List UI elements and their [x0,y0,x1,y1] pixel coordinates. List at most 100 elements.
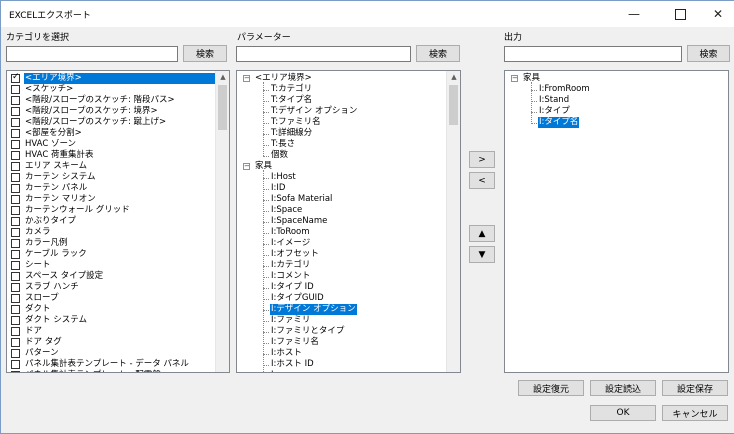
collapse-icon[interactable]: − [243,75,250,82]
tree-parameter-item[interactable]: I:ID [270,183,286,194]
category-item-label[interactable]: HVAC ゾーン [24,139,77,150]
category-checkbox[interactable] [11,338,20,347]
tree-parameter-item[interactable]: I:タイプGUID [270,293,325,304]
category-checkbox[interactable] [11,272,20,281]
category-checkbox[interactable] [11,118,20,127]
cancel-button[interactable]: キャンセル [662,405,728,421]
category-checkbox[interactable] [11,107,20,116]
category-item-label[interactable]: パネル集計表テンプレート - データ パネル [24,359,190,370]
minimize-icon[interactable]: — [614,1,654,27]
tree-parameter-item[interactable]: 個数 [270,150,289,161]
output-parameter-item[interactable]: I:タイプ名 [538,117,580,128]
collapse-icon[interactable]: − [243,163,250,170]
collapse-icon[interactable]: − [511,75,518,82]
category-item-label[interactable]: パターン [24,348,60,359]
tree-parameter-item[interactable]: I:ファミリ [270,315,311,326]
output-parameter-item[interactable]: I:Stand [538,95,570,106]
tree-parameter-item[interactable]: I:タイプ ID [270,282,315,293]
category-checkbox[interactable] [11,129,20,138]
category-checkbox[interactable] [11,239,20,248]
remove-button[interactable]: < [469,172,495,189]
scroll-up-icon[interactable]: ▲ [449,72,459,82]
category-checkbox[interactable] [11,261,20,270]
tree-parameter-item[interactable]: I:ホスト [270,348,303,359]
category-list[interactable]: <エリア境界><スケッチ><階段/スロープのスケッチ: 階段パス><階段/スロー… [6,70,230,373]
category-item-label[interactable]: カーテン システム [24,172,96,183]
category-checkbox[interactable] [11,140,20,149]
category-checkbox[interactable] [11,206,20,215]
tree-parameter-item[interactable]: I:イメージ [270,238,311,249]
category-checkbox[interactable] [11,184,20,193]
category-item-label[interactable]: カメラ [24,227,52,238]
tree-parameter-item[interactable]: T:デザイン オプション [270,106,358,117]
category-checkbox[interactable] [11,283,20,292]
category-search-input[interactable] [6,46,178,62]
category-checkbox[interactable] [11,195,20,204]
category-checkbox[interactable] [11,85,20,94]
tree-parameter-item[interactable]: T:ファミリ名 [270,117,322,128]
category-checkbox[interactable] [11,305,20,314]
parameter-tree[interactable]: − <エリア境界> T:カテゴリ T:タイプ名 T:デザイン オプション T:ファミリ名 T… [236,70,461,373]
scroll-up-icon[interactable]: ▲ [218,72,228,82]
category-item-label[interactable]: カーテン マリオン [24,194,97,205]
category-item-label[interactable]: かぶりタイプ [24,216,77,227]
category-item-label[interactable]: カーテンウォール グリッド [24,205,131,216]
load-settings-button[interactable]: 設定読込 [590,380,656,396]
category-checkbox[interactable] [11,151,20,160]
move-up-button[interactable]: ▲ [469,225,495,242]
category-checkbox[interactable] [11,72,20,83]
category-item-label[interactable]: <階段/スロープのスケッチ: 階段パス> [24,95,176,106]
tree-parameter-item[interactable]: T:長さ [270,139,296,150]
tree-parameter-item[interactable]: I:オフセット [270,249,320,260]
category-item-label[interactable]: カラー凡例 [24,238,69,249]
output-search-input[interactable] [504,46,682,62]
category-item-label[interactable]: ケーブル ラック [24,249,88,260]
ok-button[interactable]: OK [590,405,656,421]
category-item-label[interactable]: <階段/スロープのスケッチ: 境界> [24,106,159,117]
tree-parameter-item[interactable]: T:タイプ名 [270,95,313,106]
output-parameter-item[interactable]: I:FromRoom [538,84,591,95]
category-item-label[interactable]: カーテン パネル [24,183,88,194]
category-item-label[interactable]: ドア タグ [24,337,63,348]
tree-parameter-item[interactable]: I:ファミリとタイプ [270,326,345,337]
category-search-button[interactable]: 検索 [183,45,227,62]
category-item-label[interactable]: <部屋を分割> [24,128,83,139]
tree-parameter-item[interactable]: I:コメント [270,271,311,282]
maximize-icon[interactable] [660,1,700,27]
tree-parameter-item[interactable]: I:ホスト ID [270,359,315,370]
parameter-scrollbar[interactable]: ▲ [446,71,460,372]
category-scrollbar[interactable]: ▲ [215,71,229,372]
move-down-button[interactable]: ▼ [469,246,495,263]
category-checkbox[interactable] [11,349,20,358]
category-checkbox[interactable] [11,96,20,105]
restore-settings-button[interactable]: 設定復元 [518,380,584,396]
category-item-label[interactable]: スラブ ハンチ [24,282,80,293]
category-checkbox[interactable] [11,228,20,237]
parameter-search-input[interactable] [236,46,411,62]
category-item-label[interactable]: シート [24,260,52,271]
tree-parameter-item[interactable]: T:詳細線分 [270,128,313,139]
save-settings-button[interactable]: 設定保存 [662,380,728,396]
category-checkbox[interactable] [11,316,20,325]
output-tree[interactable]: − 家具 I:FromRoom I:Stand I:タイプ I:タイプ名 [504,70,729,373]
category-item-label[interactable]: <エリア境界> [24,73,216,84]
tree-parameter-item[interactable]: T:カテゴリ [270,84,313,95]
tree-parameter-item[interactable]: I:デザイン オプション [270,304,357,315]
category-checkbox[interactable] [11,327,20,336]
category-checkbox[interactable] [11,371,20,372]
close-icon[interactable]: ✕ [698,1,734,27]
category-item-label[interactable]: ダクト システム [24,315,88,326]
category-item-label[interactable]: <階段/スロープのスケッチ: 蹴上げ> [24,117,167,128]
tree-parameter-item[interactable]: I:ToRoom [270,227,311,238]
category-checkbox[interactable] [11,360,20,369]
tree-parameter-item[interactable]: I:カテゴリ [270,260,311,271]
category-item-label[interactable]: スペース タイプ設定 [24,271,104,282]
scroll-thumb[interactable] [449,85,458,125]
category-item-label[interactable]: ドア [24,326,43,337]
category-item-label[interactable]: <スケッチ> [24,84,74,95]
tree-parameter-item[interactable]: I:Host [270,172,297,183]
category-item-label[interactable]: ダクト [24,304,52,315]
category-checkbox[interactable] [11,294,20,303]
category-item-label[interactable]: エリア スキーム [24,161,88,172]
tree-parameter-item[interactable]: I:Space [270,205,303,216]
